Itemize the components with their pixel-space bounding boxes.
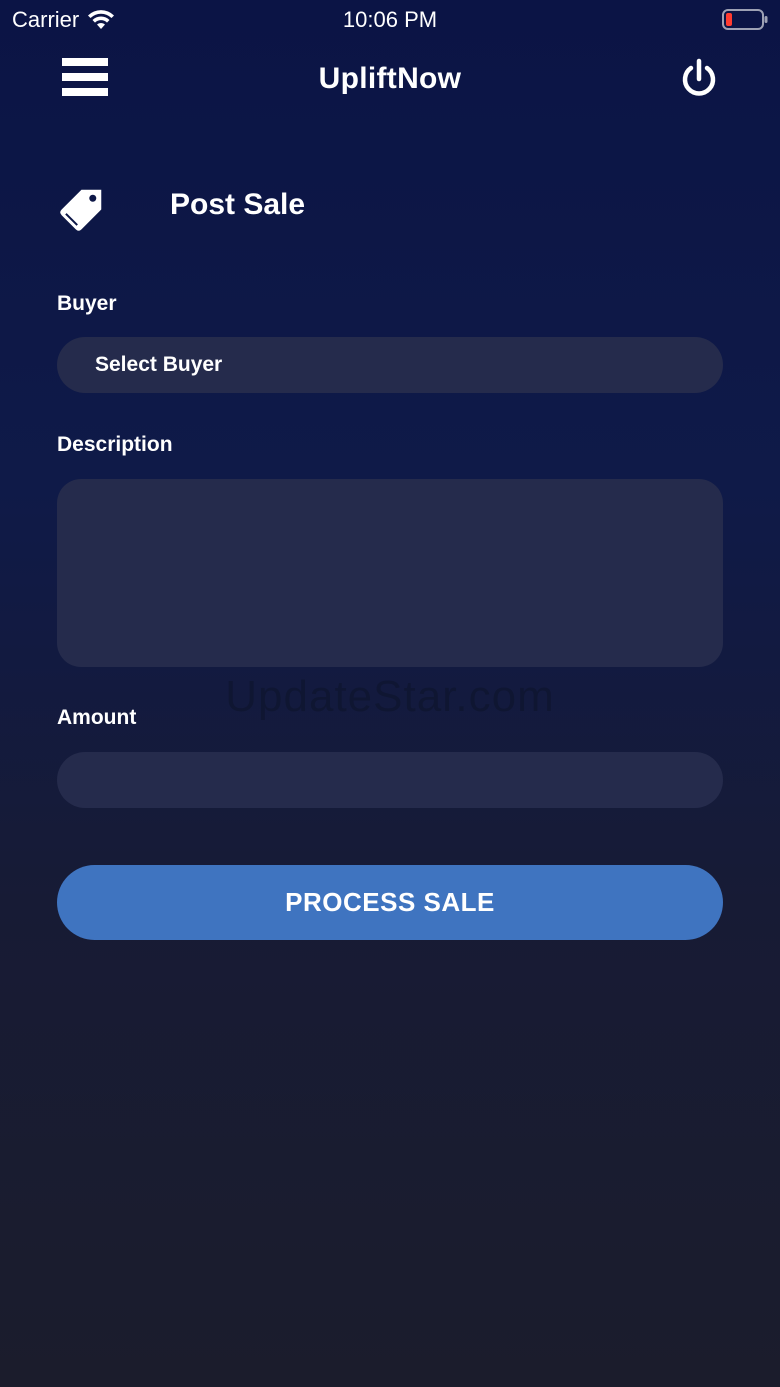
- process-sale-button[interactable]: PROCESS SALE: [57, 865, 723, 940]
- page-title: Post Sale: [170, 188, 306, 221]
- app-title: UpliftNow: [318, 62, 462, 95]
- amount-label: Amount: [57, 706, 137, 729]
- page-heading: Post Sale: [0, 170, 780, 240]
- power-icon[interactable]: [680, 58, 718, 100]
- amount-input[interactable]: [57, 752, 723, 808]
- status-bar: Carrier 10:06 PM: [0, 0, 780, 40]
- navigation-bar: UpliftNow: [0, 40, 780, 120]
- buyer-label: Buyer: [57, 292, 117, 315]
- battery-icon: [722, 9, 768, 30]
- buyer-select-value: Select Buyer: [95, 353, 223, 376]
- status-time: 10:06 PM: [342, 7, 438, 32]
- buyer-select[interactable]: Select Buyer: [57, 337, 723, 393]
- description-label: Description: [57, 433, 173, 456]
- description-textarea[interactable]: [57, 479, 723, 667]
- price-tag-icon: [60, 189, 102, 231]
